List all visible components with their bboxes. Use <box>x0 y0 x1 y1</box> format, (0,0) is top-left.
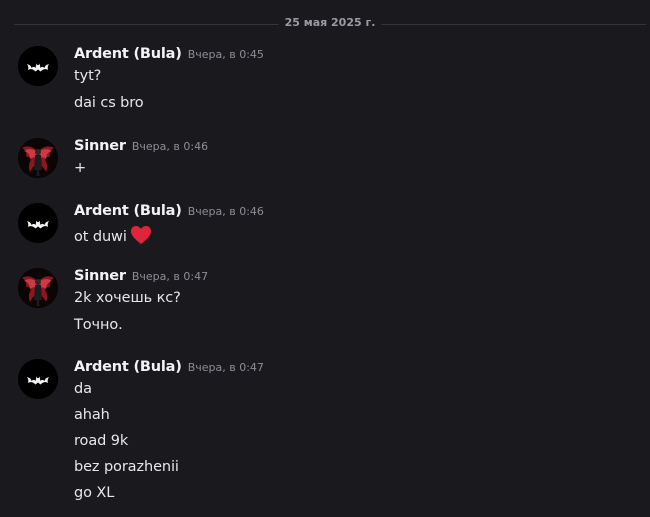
username[interactable]: Sinner <box>74 138 126 154</box>
dark-angel-icon <box>18 138 58 178</box>
username[interactable]: Ardent (Bula) <box>74 359 182 375</box>
message-text: + <box>74 160 87 176</box>
message-text: ot duwi <box>74 225 152 245</box>
timestamp: Вчера, в 0:46 <box>131 140 209 153</box>
avatar[interactable] <box>18 268 58 308</box>
avatar[interactable] <box>18 138 58 178</box>
batman-logo-icon <box>18 359 58 399</box>
message-header: Ardent (Bula) Вчера, в 0:46 <box>74 200 264 219</box>
chat-message-list: 25 мая 2025 г. Ardent (Bula) Вчера, в 0:4… <box>0 0 650 517</box>
timestamp: Вчера, в 0:45 <box>187 48 264 61</box>
message-text: Точно. <box>74 317 123 333</box>
avatar[interactable] <box>18 359 58 399</box>
message-header: Ardent (Bula) Вчера, в 0:45 <box>74 43 264 62</box>
message-text: bez porazhenii <box>74 459 179 475</box>
red-heart-icon <box>130 226 151 244</box>
avatar[interactable] <box>18 46 58 86</box>
date-divider: 25 мая 2025 г. <box>14 16 646 29</box>
message-text: 2k хочешь кс? <box>74 290 181 306</box>
message-header: Ardent (Bula) Вчера, в 0:47 <box>74 356 264 375</box>
message-text: tyt? <box>74 68 102 84</box>
batman-logo-icon <box>18 46 58 86</box>
dark-angel-icon <box>18 268 58 308</box>
avatar[interactable] <box>18 203 58 243</box>
message-text: road 9k <box>74 433 129 449</box>
username[interactable]: Ardent (Bula) <box>74 203 182 219</box>
message-header: Sinner Вчера, в 0:46 <box>74 135 208 154</box>
message-text: ahah <box>74 407 110 423</box>
message-text-content: ot duwi <box>74 229 127 245</box>
username[interactable]: Sinner <box>74 268 126 284</box>
timestamp: Вчера, в 0:47 <box>187 361 264 374</box>
message-text: go XL <box>74 485 115 501</box>
date-divider-label: 25 мая 2025 г. <box>278 16 382 29</box>
message-header: Sinner Вчера, в 0:47 <box>74 265 208 284</box>
username[interactable]: Ardent (Bula) <box>74 46 182 62</box>
message-text: da <box>74 381 92 397</box>
timestamp: Вчера, в 0:47 <box>131 270 209 283</box>
message-text: dai cs bro <box>74 95 144 111</box>
timestamp: Вчера, в 0:46 <box>187 205 264 218</box>
batman-logo-icon <box>18 203 58 243</box>
